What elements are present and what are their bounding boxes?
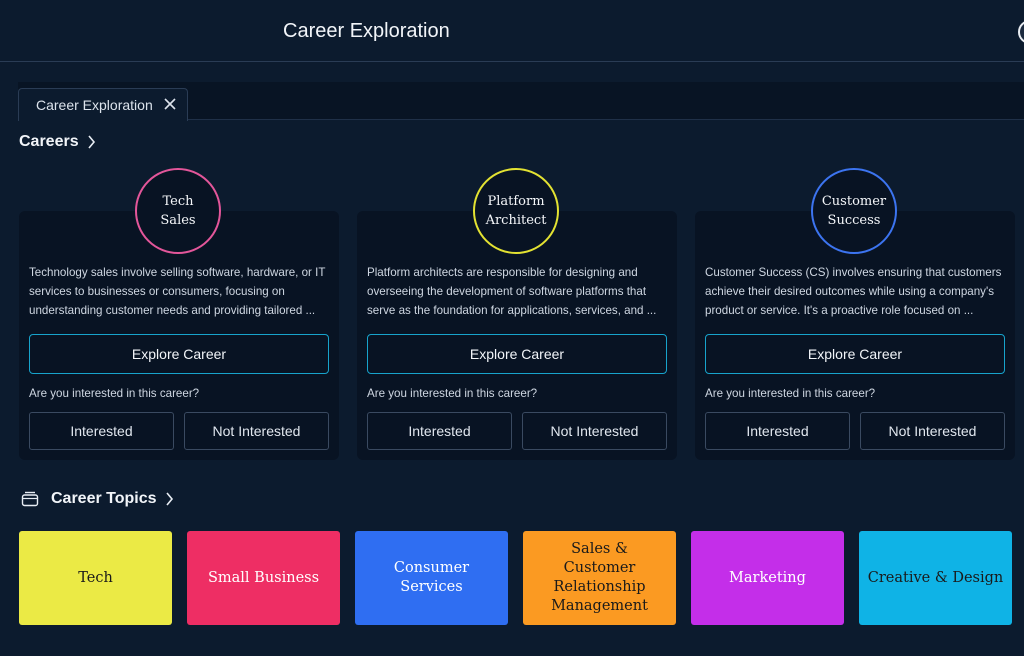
career-description: Platform architects are responsible for … (367, 266, 657, 318)
topic-tile-sales-customer-relationship-management[interactable]: Sales & Customer Relationship Management (523, 531, 676, 625)
interested-button[interactable]: Interested (705, 412, 850, 450)
explore-career-button[interactable]: Explore Career (29, 334, 329, 374)
topic-tile-marketing[interactable]: Marketing (691, 531, 844, 625)
interested-button[interactable]: Interested (29, 412, 174, 450)
career-description: Customer Success (CS) involves ensuring … (705, 266, 1002, 318)
tab-strip: Career Exploration (18, 82, 1024, 121)
top-bar: Career Exploration (0, 0, 1024, 62)
chevron-right-icon (87, 135, 95, 149)
topic-tile-consumer-services[interactable]: Consumer Services (355, 531, 508, 625)
career-badge-customer-success[interactable]: Customer Success (811, 168, 897, 254)
explore-career-button[interactable]: Explore Career (367, 334, 667, 374)
close-icon[interactable] (163, 97, 177, 111)
topic-tile-creative-design[interactable]: Creative & Design (859, 531, 1012, 625)
page-title: Career Exploration (283, 20, 450, 42)
interest-question: Are you interested in this career? (29, 387, 200, 400)
folder-icon (21, 491, 39, 507)
interest-question: Are you interested in this career? (367, 387, 538, 400)
topic-tile-tech[interactable]: Tech (19, 531, 172, 625)
career-topics-heading[interactable]: Career Topics (21, 490, 174, 508)
interested-button[interactable]: Interested (367, 412, 512, 450)
chevron-right-icon (165, 492, 173, 506)
interest-question: Are you interested in this career? (705, 387, 876, 400)
tab-label: Career Exploration (36, 97, 153, 113)
not-interested-button[interactable]: Not Interested (860, 412, 1005, 450)
careers-heading-label: Careers (19, 133, 79, 150)
career-topics-heading-label: Career Topics (51, 490, 157, 507)
careers-heading[interactable]: Careers (19, 133, 96, 151)
career-badge-platform-architect[interactable]: Platform Architect (473, 168, 559, 254)
avatar[interactable] (1018, 20, 1024, 44)
career-badge-tech-sales[interactable]: Tech Sales (135, 168, 221, 254)
topic-tile-small-business[interactable]: Small Business (187, 531, 340, 625)
career-description: Technology sales involve selling softwar… (29, 266, 326, 318)
not-interested-button[interactable]: Not Interested (184, 412, 329, 450)
not-interested-button[interactable]: Not Interested (522, 412, 667, 450)
tab-career-exploration[interactable]: Career Exploration (18, 88, 188, 121)
explore-career-button[interactable]: Explore Career (705, 334, 1005, 374)
